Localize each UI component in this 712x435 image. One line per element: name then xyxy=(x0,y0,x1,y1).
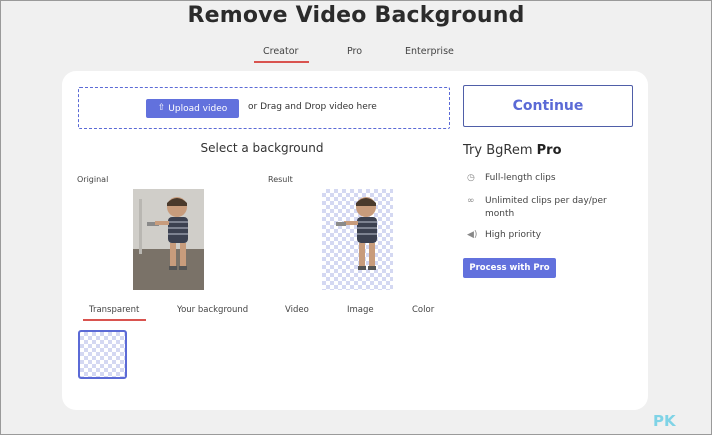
process-with-pro-button[interactable]: Process with Pro xyxy=(463,258,556,278)
plan-tabs: Creator Pro Enterprise xyxy=(1,46,711,66)
watermark-text: PK xyxy=(653,412,676,430)
feature-text: High priority xyxy=(485,230,542,240)
promo-bold: Pro xyxy=(536,143,562,158)
main-card: ⇧ Upload video or Drag and Drop video he… xyxy=(62,71,648,410)
continue-button[interactable]: Continue xyxy=(463,85,633,127)
result-frame-illustration xyxy=(336,197,377,270)
original-label: Original xyxy=(77,175,109,184)
upload-button-label: Upload video xyxy=(168,103,228,114)
bg-tab-color[interactable]: Color xyxy=(412,305,434,315)
active-bg-tab-underline xyxy=(83,319,146,321)
drop-hint: or Drag and Drop video here xyxy=(248,102,377,112)
transparent-swatch[interactable] xyxy=(78,330,127,379)
clock-icon: ◷ xyxy=(467,173,475,183)
upload-video-button[interactable]: ⇧ Upload video xyxy=(146,99,239,118)
page-title: Remove Video Background xyxy=(187,3,525,28)
active-tab-underline xyxy=(254,61,309,63)
result-video-preview xyxy=(322,189,393,290)
infinity-icon: ∞ xyxy=(467,196,475,206)
promo-prefix: Try BgRem xyxy=(463,143,537,158)
watermark-logo: PK xyxy=(653,412,676,430)
original-video-preview xyxy=(133,189,204,290)
tab-creator[interactable]: Creator xyxy=(263,46,298,57)
bg-tab-your-background[interactable]: Your background xyxy=(177,305,248,315)
tab-enterprise[interactable]: Enterprise xyxy=(405,46,454,57)
bg-tab-image[interactable]: Image xyxy=(347,305,374,315)
result-label: Result xyxy=(268,175,293,184)
original-frame-illustration xyxy=(133,189,204,290)
feature-text: Full-length clips xyxy=(485,173,556,183)
upload-dropzone[interactable]: ⇧ Upload video or Drag and Drop video he… xyxy=(78,87,450,129)
speaker-icon: ◀) xyxy=(467,230,478,240)
promo-title: Try BgRem Pro xyxy=(463,143,562,158)
select-background-heading: Select a background xyxy=(200,141,324,155)
tab-pro[interactable]: Pro xyxy=(347,46,362,57)
feature-text: Unlimited clips per day/per month xyxy=(485,196,607,219)
bg-tab-transparent[interactable]: Transparent xyxy=(89,305,139,315)
upload-icon: ⇧ xyxy=(157,103,166,113)
bg-tab-video[interactable]: Video xyxy=(285,305,309,315)
